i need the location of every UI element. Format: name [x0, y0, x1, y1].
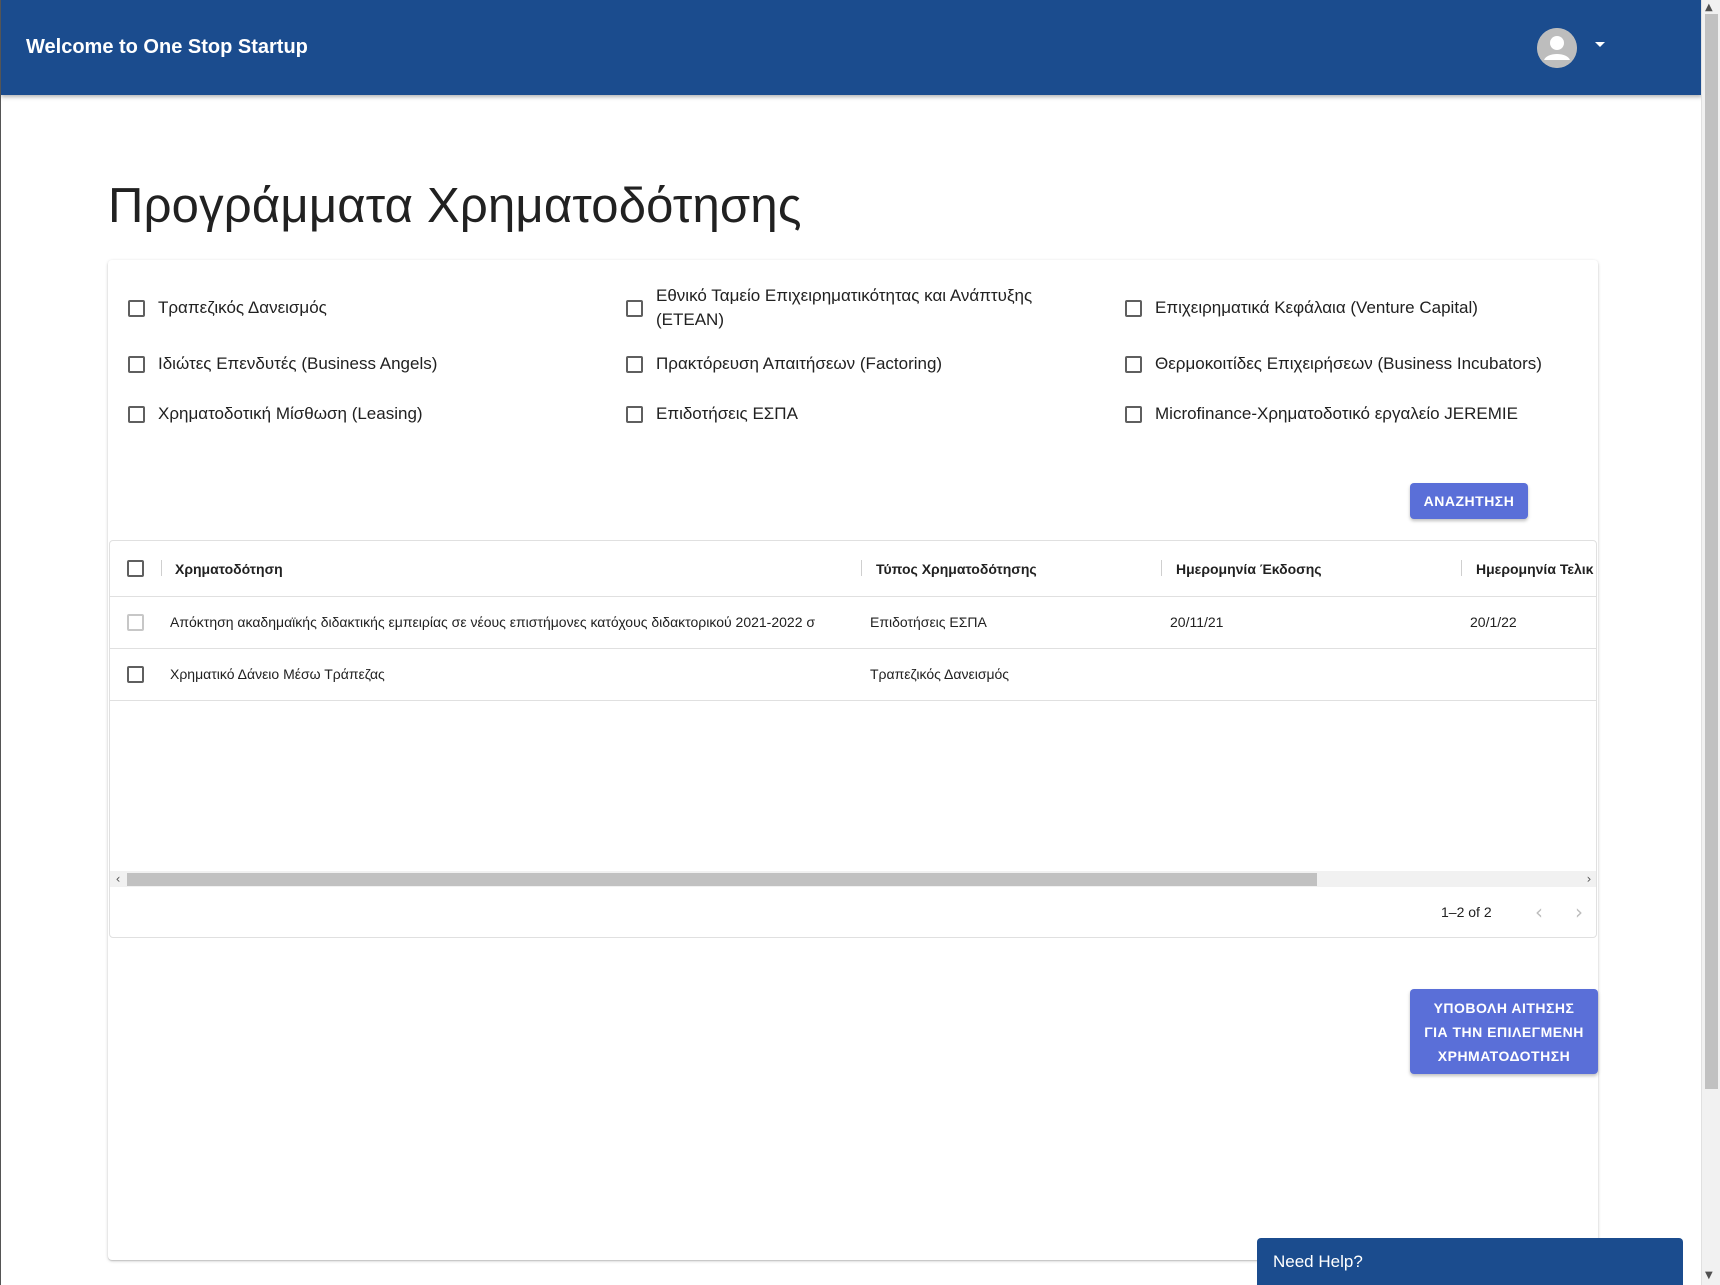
account-circle-icon[interactable]	[1537, 28, 1577, 68]
filter-label: Τραπεζικός Δανεισμός	[158, 298, 327, 317]
cell-issue-date: 20/11/21	[1170, 614, 1224, 630]
select-all-checkbox[interactable]	[127, 560, 144, 577]
filter-bank-loan[interactable]: Τραπεζικός Δανεισμός	[128, 296, 327, 320]
filter-label: Χρηματοδοτική Μίσθωση (Leasing)	[158, 404, 423, 423]
filter-checkbox[interactable]	[626, 405, 643, 423]
filter-label: Επιδοτήσεις ΕΣΠΑ	[656, 404, 798, 423]
filter-checkbox[interactable]	[1125, 299, 1142, 317]
filter-leasing[interactable]: Χρηματοδοτική Μίσθωση (Leasing)	[128, 402, 423, 426]
table-footer: 1–2 of 2 ‹ ›	[110, 888, 1596, 937]
filter-checkbox[interactable]	[128, 405, 145, 423]
column-separator	[161, 560, 162, 576]
table-row[interactable]: Απόκτηση ακαδημαϊκής διδακτικής εμπειρία…	[110, 597, 1596, 649]
filter-checkbox[interactable]	[1125, 405, 1142, 423]
row-checkbox[interactable]	[127, 614, 144, 631]
app-title: Welcome to One Stop Startup	[26, 36, 308, 58]
cell-funding-name: Χρηματικό Δάνειο Μέσω Τράπεζας	[170, 666, 385, 682]
filter-checkbox[interactable]	[626, 299, 643, 317]
filter-checkbox[interactable]	[1125, 355, 1142, 373]
filter-factoring[interactable]: Πρακτόρευση Απαιτήσεων (Factoring)	[626, 352, 942, 376]
column-header-end-date[interactable]: Ημερομηνία Τελικ	[1476, 561, 1596, 577]
scroll-left-icon[interactable]: ‹	[111, 872, 125, 886]
need-help-button[interactable]: Need Help?	[1257, 1238, 1683, 1285]
filter-checkbox[interactable]	[128, 355, 145, 373]
arrow-drop-down-icon[interactable]	[1595, 42, 1605, 47]
scroll-up-icon[interactable]: ▲	[1705, 2, 1713, 13]
column-header-type[interactable]: Τύπος Χρηματοδότησης	[876, 561, 1146, 577]
scroll-down-icon[interactable]: ▼	[1705, 1270, 1713, 1281]
horizontal-scrollbar[interactable]: ‹ ›	[110, 871, 1596, 887]
column-separator[interactable]	[861, 560, 862, 576]
filter-microfinance-jeremie[interactable]: Microfinance-Χρηματοδοτικό εργαλείο JERE…	[1125, 402, 1518, 426]
vertical-scroll-thumb[interactable]	[1705, 14, 1718, 1089]
table-header: Χρηματοδότηση Τύπος Χρηματοδότησης Ημερο…	[110, 541, 1596, 597]
submit-application-button[interactable]: ΥΠΟΒΟΛΗ ΑΙΤΗΣΗΣ ΓΙΑ ΤΗΝ ΕΠΙΛΕΓΜΕΝΗ ΧΡΗΜΑ…	[1410, 989, 1598, 1074]
search-button[interactable]: ΑΝΑΖΗΤΗΣΗ	[1410, 483, 1528, 519]
filter-label: Επιχειρηματικά Κεφάλαια (Venture Capital…	[1155, 298, 1478, 317]
filter-label: Εθνικό Ταμείο Επιχειρηματικότητας και Αν…	[656, 286, 1033, 329]
row-checkbox[interactable]	[127, 666, 144, 683]
filter-espa-grants[interactable]: Επιδοτήσεις ΕΣΠΑ	[626, 402, 798, 426]
funding-table: Χρηματοδότηση Τύπος Χρηματοδότησης Ημερο…	[109, 540, 1597, 938]
column-separator[interactable]	[1161, 560, 1162, 576]
next-page-icon[interactable]: ›	[1575, 900, 1583, 924]
filter-venture-capital[interactable]: Επιχειρηματικά Κεφάλαια (Venture Capital…	[1125, 296, 1478, 320]
filter-checkbox[interactable]	[128, 299, 145, 317]
page-title: Προγράμματα Χρηματοδότησης	[108, 179, 802, 233]
column-header-issue-date[interactable]: Ημερομηνία Έκδοσης	[1176, 561, 1446, 577]
cell-funding-type: Επιδοτήσεις ΕΣΠΑ	[870, 614, 987, 630]
cell-funding-name: Απόκτηση ακαδημαϊκής διδακτικής εμπειρία…	[170, 614, 816, 630]
app-window: Welcome to One Stop Startup Προγράμματα …	[0, 0, 1701, 1285]
horizontal-scroll-thumb[interactable]	[127, 873, 1317, 886]
column-header-funding[interactable]: Χρηματοδότηση	[175, 561, 795, 577]
column-separator[interactable]	[1461, 560, 1462, 576]
funding-card: Τραπεζικός Δανεισμός Εθνικό Ταμείο Επιχε…	[108, 260, 1598, 1260]
pagination-label: 1–2 of 2	[1441, 904, 1492, 920]
filter-label: Πρακτόρευση Απαιτήσεων (Factoring)	[656, 354, 943, 373]
cell-funding-type: Τραπεζικός Δανεισμός	[870, 666, 1010, 682]
filter-checkbox[interactable]	[626, 355, 643, 373]
filter-business-angels[interactable]: Ιδιώτες Επενδυτές (Business Angels)	[128, 352, 437, 376]
filter-business-incubators[interactable]: Θερμοκοιτίδες Επιχειρήσεων (Business Inc…	[1125, 352, 1542, 376]
filter-label: Ιδιώτες Επενδυτές (Business Angels)	[158, 354, 438, 373]
cell-end-date: 20/1/22	[1470, 614, 1517, 630]
table-row[interactable]: Χρηματικό Δάνειο Μέσω Τράπεζας Τραπεζικό…	[110, 649, 1596, 701]
vertical-scrollbar[interactable]: ▲ ▼	[1701, 0, 1720, 1285]
filter-label: Microfinance-Χρηματοδοτικό εργαλείο JERE…	[1155, 404, 1518, 423]
previous-page-icon[interactable]: ‹	[1535, 900, 1543, 924]
scroll-right-icon[interactable]: ›	[1582, 872, 1596, 886]
app-bar: Welcome to One Stop Startup	[1, 0, 1701, 95]
filter-label: Θερμοκοιτίδες Επιχειρήσεων (Business Inc…	[1155, 354, 1542, 373]
filter-etean[interactable]: Εθνικό Ταμείο Επιχειρηματικότητας και Αν…	[626, 284, 1056, 332]
